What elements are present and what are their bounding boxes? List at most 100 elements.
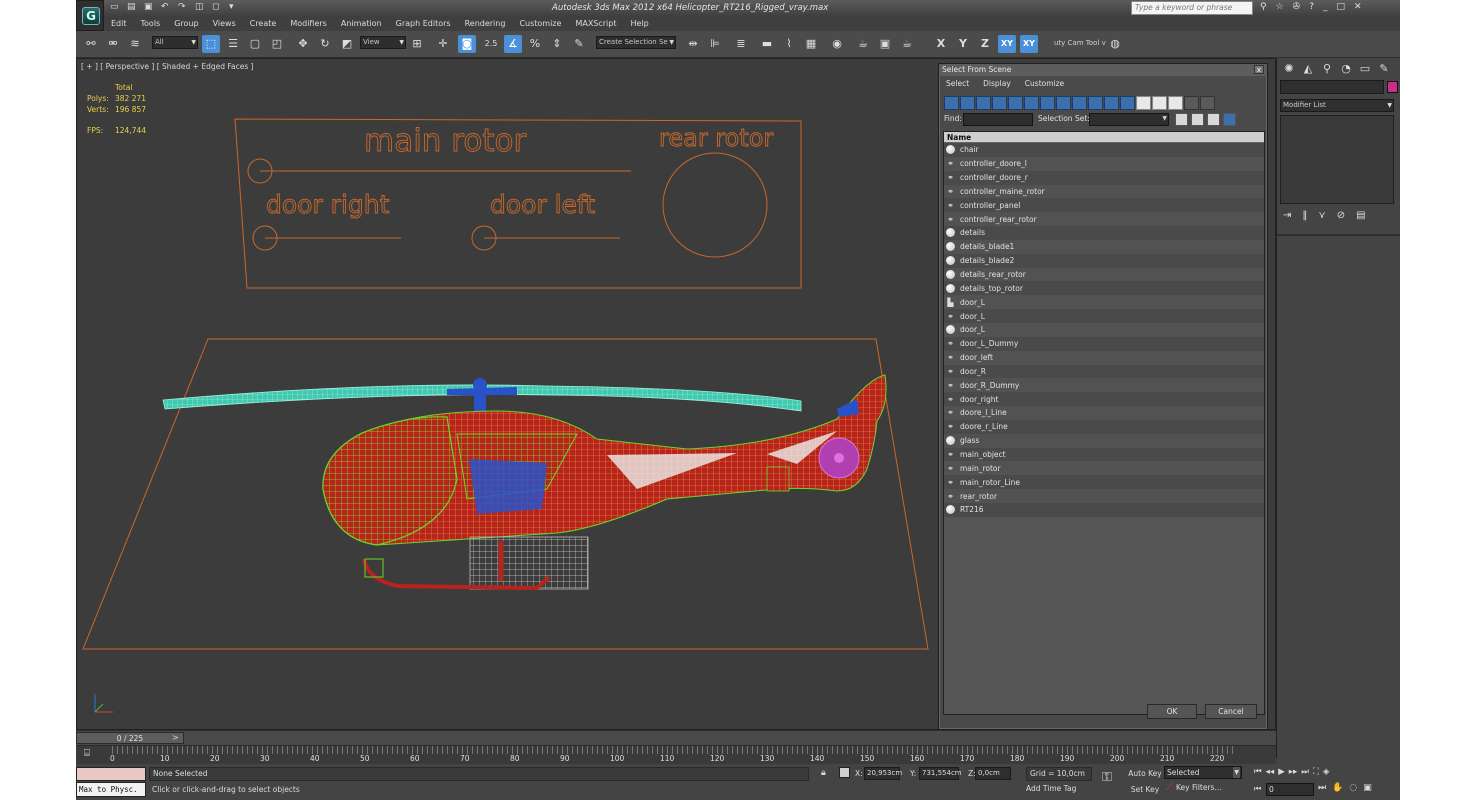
spacewarps-filter-icon[interactable] <box>1024 96 1039 110</box>
spinner-snap-icon[interactable]: ⇕ <box>548 35 566 53</box>
orbit-icon[interactable]: ◌ <box>1349 783 1357 793</box>
select-object-icon[interactable]: ⬚ <box>202 35 220 53</box>
absolute-mode-icon[interactable] <box>839 767 850 778</box>
list-item[interactable]: ⚭ rear_rotor <box>944 489 1264 503</box>
new-file-icon[interactable]: ▭ <box>110 2 120 12</box>
curve-editor-icon[interactable]: ⌇ <box>780 35 798 53</box>
hierarchy-tab-icon[interactable]: ⚲ <box>1319 61 1335 77</box>
motion-tab-icon[interactable]: ◔ <box>1338 61 1354 77</box>
list-item[interactable]: ▙ door_L <box>944 295 1264 310</box>
menu-item-group[interactable]: Group <box>167 17 205 31</box>
list-item[interactable]: ⚭ controller_doore_l <box>944 156 1264 171</box>
menu-item-rendering[interactable]: Rendering <box>458 17 513 31</box>
dialog-close-button[interactable]: x <box>1254 65 1264 74</box>
search-input[interactable]: Type a keyword or phrase <box>1131 1 1253 15</box>
constraint-z-button[interactable]: Z <box>976 35 994 53</box>
redo-icon[interactable]: ↷ <box>178 2 188 12</box>
current-frame-field[interactable]: 0 <box>1266 783 1314 796</box>
geometry-filter-icon[interactable] <box>944 96 959 110</box>
scale-icon[interactable]: ◩ <box>338 35 356 53</box>
field-of-view-icon[interactable]: ◈ <box>1323 767 1330 777</box>
render-setup-icon[interactable]: ☕ <box>854 35 872 53</box>
list-item[interactable]: ⚭ controller_maine_rotor <box>944 184 1264 199</box>
maximize-viewport-icon[interactable]: ▣ <box>1363 783 1372 793</box>
go-to-end-icon[interactable]: ⏭ <box>1301 767 1309 777</box>
select-by-name-icon[interactable]: ☰ <box>224 35 242 53</box>
key-selection-set-select[interactable]: Selected <box>1164 766 1242 779</box>
people-icon[interactable]: ✇ <box>1293 2 1301 12</box>
pivot-center-icon[interactable]: ⊞ <box>408 35 426 53</box>
filter-icon[interactable] <box>1184 96 1199 110</box>
modifier-stack[interactable] <box>1280 115 1394 204</box>
snaps-toggle-icon[interactable]: 2.5 <box>482 35 500 53</box>
angle-snap-icon[interactable]: ∡ <box>504 35 522 53</box>
configure-modifier-sets-icon[interactable]: ▤ <box>1356 210 1365 221</box>
play-icon[interactable]: ▶ <box>1278 767 1285 777</box>
maximize-icon[interactable]: □ <box>1337 2 1346 12</box>
zoom-extents-icon[interactable]: ⛶ <box>1313 767 1319 777</box>
display-all-icon[interactable] <box>1136 96 1151 110</box>
unlink-icon[interactable]: ⚮ <box>104 35 122 53</box>
find-input[interactable] <box>963 113 1033 126</box>
keyboard-shortcut-override-icon[interactable]: ◙ <box>458 35 476 53</box>
object-name-field[interactable] <box>1280 80 1384 94</box>
menu-item-create[interactable]: Create <box>243 17 284 31</box>
pan-icon[interactable]: ✋ <box>1332 783 1343 793</box>
constraint-xy-toggle-button[interactable]: XY <box>1020 35 1038 53</box>
groups-filter-icon[interactable] <box>1040 96 1055 110</box>
reference-coordinate-select[interactable]: View <box>360 36 406 49</box>
add-time-tag-button[interactable]: Add Time Tag <box>1026 784 1076 793</box>
list-item[interactable]: RT216 <box>944 502 1264 517</box>
show-end-result-icon[interactable]: ‖ <box>1302 210 1307 221</box>
list-item[interactable]: ⚭ door_L <box>944 309 1264 323</box>
layer-manager-icon[interactable]: ≣ <box>732 35 750 53</box>
viewport-label[interactable]: [ + ] [ Perspective ] [ Shaded + Edged F… <box>81 62 254 71</box>
utilities-tab-icon[interactable]: ✎ <box>1376 61 1392 77</box>
menu-item-customize[interactable]: Customize <box>512 17 568 31</box>
bind-space-warp-icon[interactable]: ≋ <box>126 35 144 53</box>
named-selection-set-select[interactable]: Create Selection Se <box>596 36 676 49</box>
dialog-menu-select[interactable]: Select <box>939 77 976 91</box>
dialog-menu-customize[interactable]: Customize <box>1018 77 1071 91</box>
pin-stack-icon[interactable]: ⇥ <box>1283 210 1291 221</box>
time-config-icon[interactable]: ⏭ <box>1318 783 1326 793</box>
list-item[interactable]: ⚭ main_rotor <box>944 461 1264 476</box>
fetch-icon[interactable]: ◻ <box>212 2 222 12</box>
rendered-frame-icon[interactable]: ▣ <box>876 35 894 53</box>
menu-item-help[interactable]: Help <box>624 17 656 31</box>
ok-button[interactable]: OK <box>1147 704 1197 719</box>
list-item[interactable]: ⚭ door_R_Dummy <box>944 378 1264 393</box>
cam-tool-icon[interactable]: ◍ <box>1106 35 1124 53</box>
key-mode-icon[interactable]: ⏮ <box>1254 784 1261 794</box>
create-tab-icon[interactable]: ✺ <box>1281 61 1297 77</box>
previous-frame-icon[interactable]: ◂◂ <box>1266 767 1275 777</box>
next-key-icon[interactable]: ▸▸ <box>1289 767 1298 777</box>
close-icon[interactable]: ✕ <box>1354 2 1362 12</box>
modify-tab-icon[interactable]: ◭ <box>1300 61 1316 77</box>
list-item[interactable]: ⚭ door_left <box>944 350 1264 365</box>
set-key-button[interactable]: Set Key <box>1128 783 1162 796</box>
next-frame-icon[interactable]: > <box>172 733 179 742</box>
object-color-swatch[interactable] <box>1387 81 1398 93</box>
invert-display-icon[interactable] <box>1168 96 1183 110</box>
align-icon[interactable]: ⊫ <box>706 35 724 53</box>
track-bar[interactable]: ⌸ 0 10 20 30 40 50 60 70 80 90 100 110 120 130 140 150 1… <box>76 745 1276 764</box>
list-item[interactable]: ⚭ controller_rear_rotor <box>944 212 1264 227</box>
menu-item-edit[interactable]: Edit <box>104 17 134 31</box>
list-item[interactable]: glass <box>944 433 1264 448</box>
constraint-xy-button[interactable]: XY <box>998 35 1016 53</box>
dropdown-icon[interactable]: ▾ <box>229 2 239 12</box>
menu-item-views[interactable]: Views <box>206 17 243 31</box>
z-coord-field[interactable]: 0,0cm <box>975 767 1011 780</box>
menu-item-animation[interactable]: Animation <box>334 17 389 31</box>
app-logo-button[interactable]: G <box>76 0 104 31</box>
menu-item-modifiers[interactable]: Modifiers <box>283 17 334 31</box>
selection-lock-icon[interactable]: 🔒︎ <box>821 768 826 778</box>
ribbon-icon[interactable]: ▬ <box>758 35 776 53</box>
binoculars-icon[interactable]: ⚲ <box>1260 2 1267 12</box>
key-filters-button[interactable]: Key Filters... <box>1176 783 1222 792</box>
list-item[interactable]: ⚭ door_right <box>944 392 1264 407</box>
xrefs-filter-icon[interactable] <box>1056 96 1071 110</box>
selection-set-select[interactable] <box>1089 113 1169 126</box>
shapes-filter-icon[interactable] <box>960 96 975 110</box>
